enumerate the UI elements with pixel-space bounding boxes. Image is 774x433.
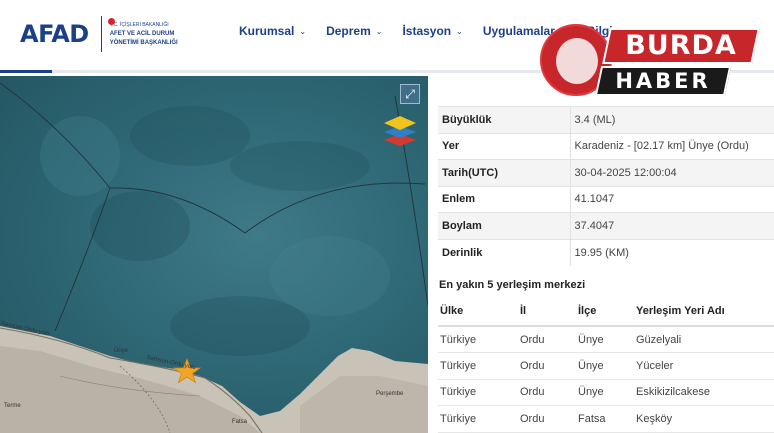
chevron-down-icon: ⌄ xyxy=(375,26,383,36)
cell-district: Ünye xyxy=(576,352,634,380)
watermark-bottom: HABER xyxy=(594,66,732,96)
earthquake-map[interactable]: Ünye Samsun-Ordu yolu Samsun-Ordu yolu F… xyxy=(0,76,428,433)
cell-district: Fatsa xyxy=(576,405,634,433)
map-label-terme: Terme xyxy=(4,403,21,409)
cell-district: Ünye xyxy=(576,326,634,353)
table-row: Tarih(UTC) 30-04-2025 12:00:04 xyxy=(438,159,774,186)
detail-key: Boylam xyxy=(438,212,571,239)
column-header: İlçe xyxy=(576,296,634,327)
nav-item-istasyon[interactable]: İstasyon ⌄ xyxy=(402,24,462,38)
nav-item-kurumsal[interactable]: Kurumsal ⌄ xyxy=(239,24,306,38)
detail-value: 30-04-2025 12:00:04 xyxy=(570,159,774,186)
fullscreen-icon[interactable]: ⤢ xyxy=(400,84,420,104)
detail-value: 19.95 (KM) xyxy=(570,238,774,266)
globe-inner xyxy=(556,38,598,84)
logo-line-2: AFET VE ACİL DURUM xyxy=(109,30,175,37)
nav-label: Kurumsal xyxy=(239,24,295,38)
header-accent xyxy=(0,70,52,73)
sea-texture xyxy=(40,106,390,356)
detail-key: Büyüklük xyxy=(438,106,571,133)
afad-brand: AFAD xyxy=(20,20,89,48)
detail-key: Yer xyxy=(438,132,571,160)
afad-logo[interactable]: AFAD T.C. İÇİŞLERİ BAKANLIĞI AFET VE ACİ… xyxy=(20,16,178,52)
chevron-down-icon: ⌄ xyxy=(456,26,463,36)
cell-country: Türkiye xyxy=(438,379,518,406)
map-label-fatsa: Fatsa xyxy=(232,419,248,425)
earthquake-details-table: Büyüklük 3.4 (ML) Yer Karadeniz - [02.17 k… xyxy=(438,106,774,266)
cell-country: Türkiye xyxy=(438,326,518,353)
nav-label: İstasyon xyxy=(402,24,452,38)
detail-value: 37.4047 xyxy=(570,212,774,239)
nearby-settlements-title: En yakın 5 yerleşim merkezi xyxy=(439,279,586,291)
table-row: Boylam 37.4047 xyxy=(438,212,774,239)
cell-country: Türkiye xyxy=(438,352,518,380)
watermark-top-text: BURDA xyxy=(625,30,737,61)
logo-line-1: T.C. İÇİŞLERİ BAKANLIĞI xyxy=(109,21,169,28)
cell-district: Ünye xyxy=(576,379,634,406)
detail-key: Derinlik xyxy=(438,238,571,266)
watermark-top: BURDA xyxy=(602,28,760,64)
cell-settlement: Yüceler xyxy=(634,352,774,380)
map-canvas xyxy=(0,82,428,433)
table-row: Derinlik 19.95 (KM) xyxy=(438,238,774,266)
cell-province: Ordu xyxy=(518,326,576,353)
detail-key: Enlem xyxy=(438,185,571,213)
cell-settlement: Güzelyali xyxy=(634,326,774,353)
column-header: Yerleşim Yeri Adı xyxy=(634,296,774,327)
nav-label: Deprem xyxy=(326,24,371,38)
table-row: Türkiye Ordu Fatsa Keşköy xyxy=(438,405,774,433)
map-label-unye: Ünye xyxy=(114,348,129,354)
logo-line-3: YÖNETİMİ BAŞKANLIĞI xyxy=(109,39,178,46)
logo-divider xyxy=(100,16,102,52)
cell-province: Ordu xyxy=(518,379,576,406)
table-row: Türkiye Ordu Ünye Yüceler xyxy=(438,352,774,380)
nearby-settlements-table: Ülke İl İlçe Yerleşim Yeri Adı Türkiye O… xyxy=(438,296,774,433)
cell-settlement: Eskikizilcakese xyxy=(634,379,774,406)
table-row: Enlem 41.1047 xyxy=(438,185,774,213)
cell-province: Ordu xyxy=(518,352,576,380)
table-row: Türkiye Ordu Ünye Güzelyali xyxy=(438,326,774,353)
cell-country: Türkiye xyxy=(438,405,518,433)
table-header-row: Ülke İl İlçe Yerleşim Yeri Adı xyxy=(438,296,774,327)
detail-value: Karadeniz - [02.17 km] Ünye (Ordu) xyxy=(570,132,774,160)
table-row: Yer Karadeniz - [02.17 km] Ünye (Ordu) xyxy=(438,132,774,160)
chevron-down-icon: ⌄ xyxy=(299,26,307,36)
table-row: Türkiye Ordu Ünye Eskikizilcakese xyxy=(438,379,774,406)
watermark-bottom-text: HABER xyxy=(615,69,711,93)
cell-settlement: Keşköy xyxy=(634,405,774,433)
column-header: İl xyxy=(518,296,576,327)
nav-item-deprem[interactable]: Deprem ⌄ xyxy=(326,24,382,38)
layers-icon[interactable] xyxy=(382,112,418,148)
detail-value: 3.4 (ML) xyxy=(570,106,774,133)
table-row: Büyüklük 3.4 (ML) xyxy=(438,106,774,133)
afad-institution: T.C. İÇİŞLERİ BAKANLIĞI AFET VE ACİL DUR… xyxy=(110,21,178,48)
afad-logo-dot xyxy=(108,18,115,25)
cell-province: Ordu xyxy=(518,405,576,433)
map-label-persembe: Perşembe xyxy=(376,391,404,397)
burda-haber-watermark: BURDA HABER xyxy=(540,24,770,102)
detail-key: Tarih(UTC) xyxy=(438,159,571,186)
column-header: Ülke xyxy=(438,296,518,327)
detail-value: 41.1047 xyxy=(570,185,774,213)
